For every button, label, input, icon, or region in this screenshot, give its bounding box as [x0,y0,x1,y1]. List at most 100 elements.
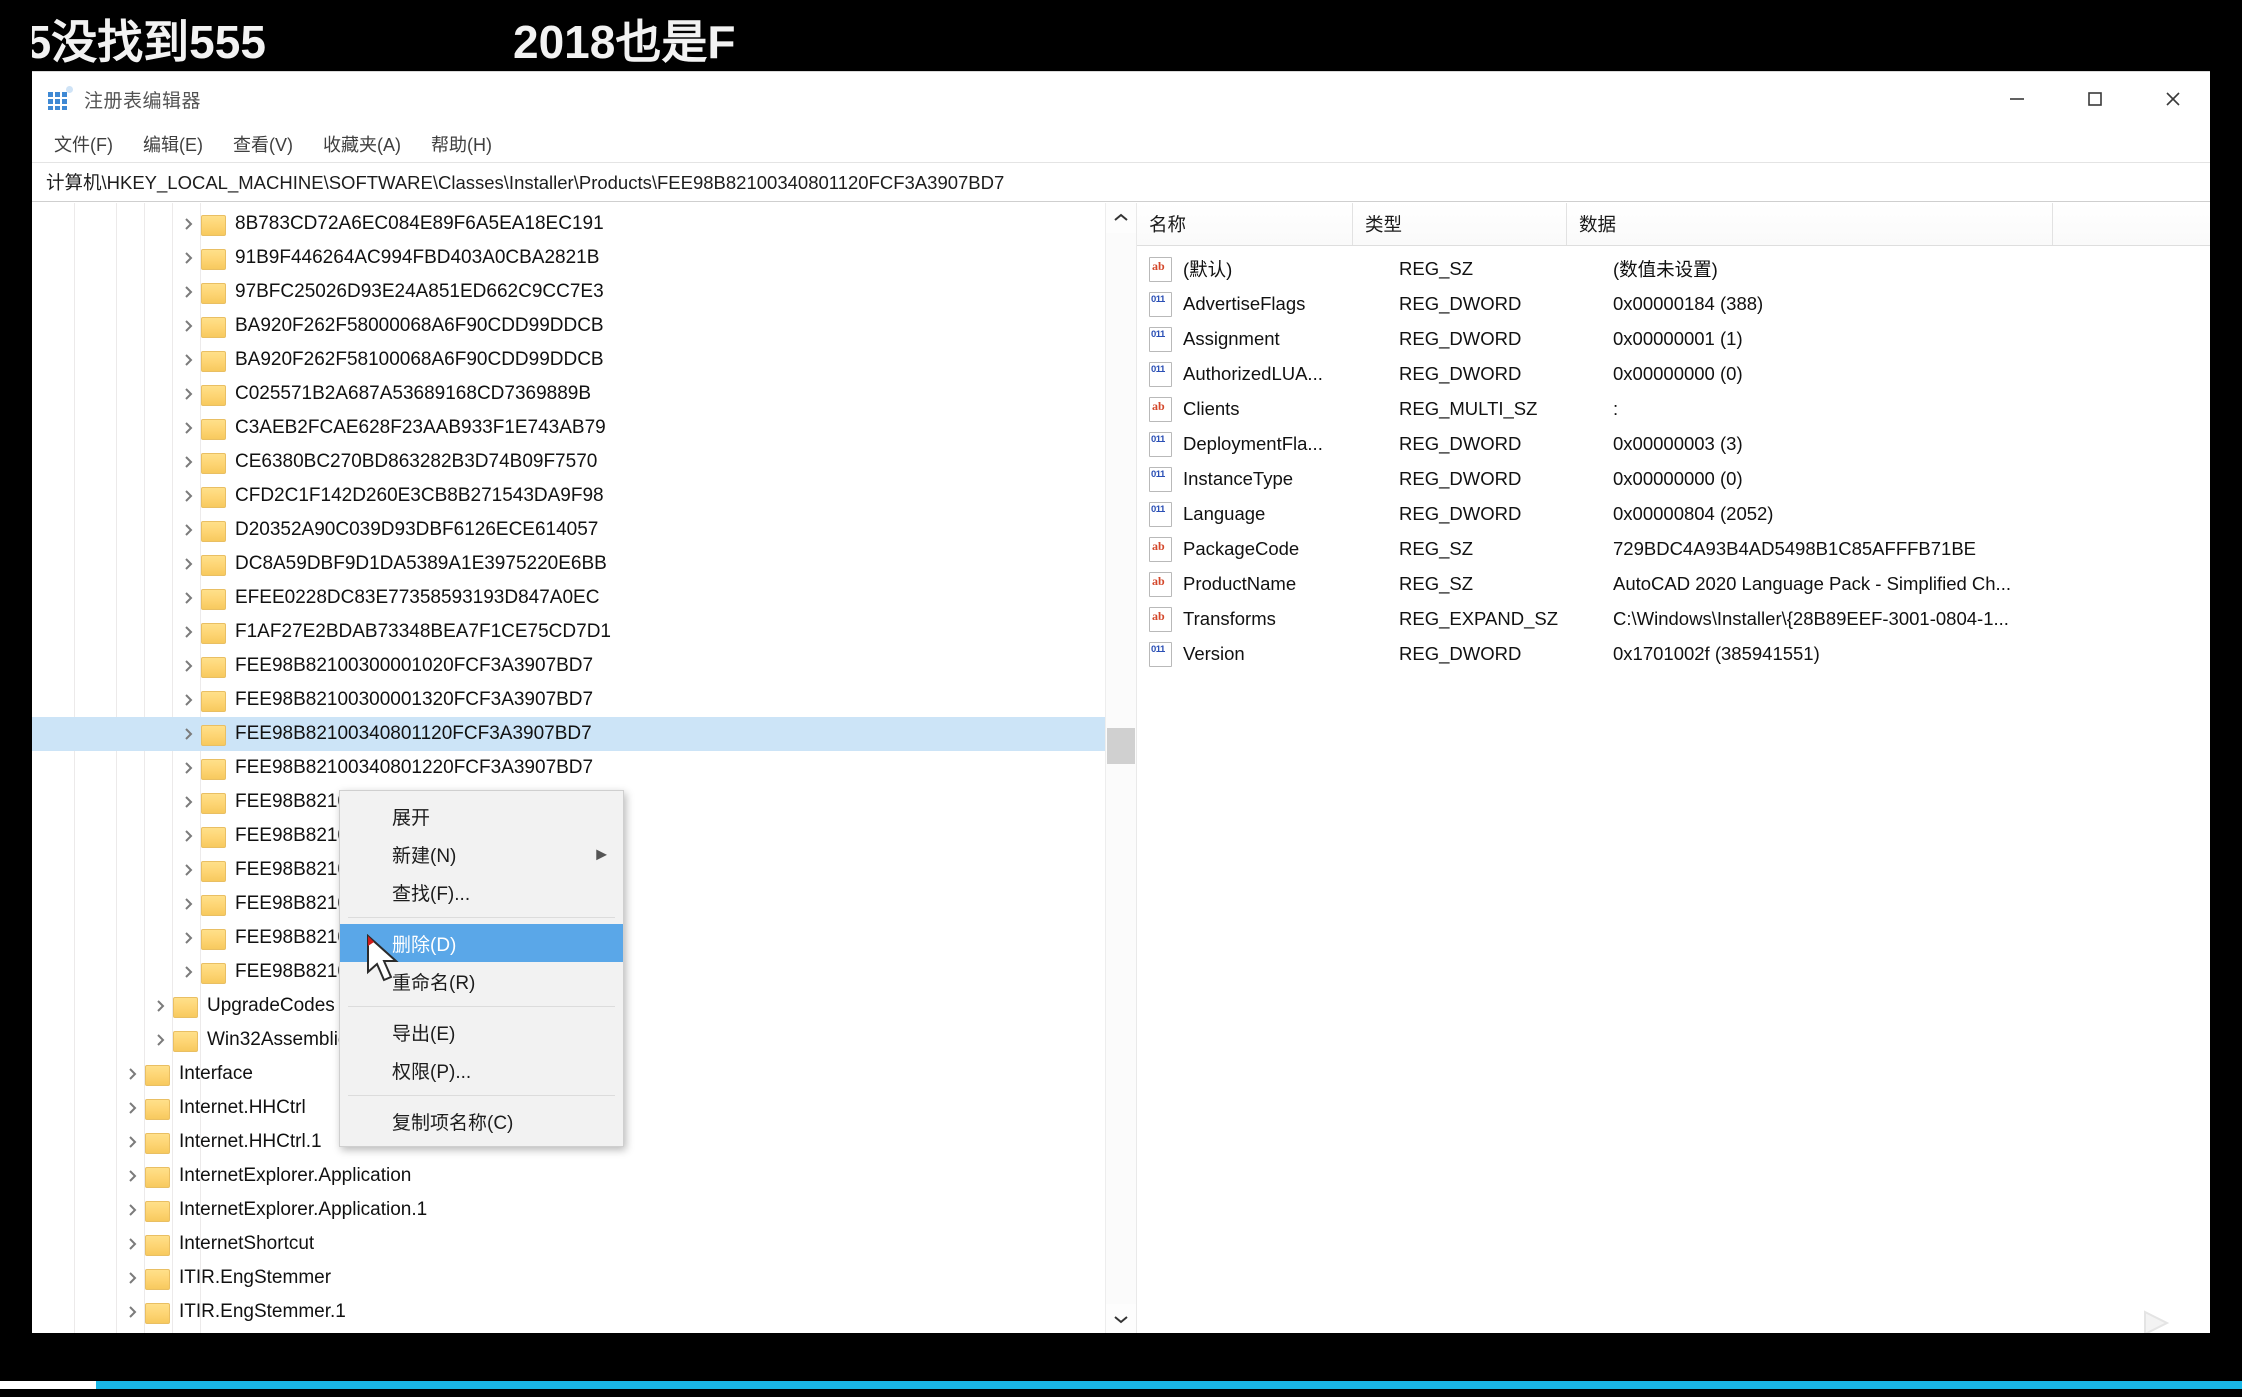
chevron-right-icon[interactable] [178,383,200,405]
chevron-right-icon[interactable] [122,1097,144,1119]
value-row[interactable]: InstanceType REG_DWORD 0x00000000 (0) [1137,461,2212,496]
tree-item[interactable]: DC8A59DBF9D1DA5389A1E3975220E6BB [32,547,1106,581]
tree-item[interactable]: 8B783CD72A6EC084E89F6A5EA18EC191 [32,207,1106,241]
video-progress-elapsed[interactable] [0,1381,96,1389]
chevron-right-icon[interactable] [178,893,200,915]
value-row[interactable]: Version REG_DWORD 0x1701002f (385941551) [1137,636,2212,671]
tree-item[interactable]: D20352A90C039D93DBF6126ECE614057 [32,513,1106,547]
tree-item[interactable]: FEE98B82100340801120FCF3A3907BD7 [32,717,1106,751]
tree-item[interactable]: F1AF27E2BDAB73348BEA7F1CE75CD7D1 [32,615,1106,649]
value-type: REG_SZ [1399,572,1474,594]
chevron-right-icon[interactable] [122,1165,144,1187]
value-row[interactable]: Transforms REG_EXPAND_SZ C:\Windows\Instal… [1137,601,2212,636]
chevron-right-icon[interactable] [178,927,200,949]
tree-item[interactable]: 91B9F446264AC994FBD403A0CBA2821B [32,241,1106,275]
chevron-right-icon[interactable] [178,723,200,745]
chevron-right-icon[interactable] [122,1267,144,1289]
value-row[interactable]: Language REG_DWORD 0x00000804 (2052) [1137,496,2212,531]
value-row[interactable]: Clients REG_MULTI_SZ: [1137,391,2212,426]
chevron-right-icon[interactable] [178,689,200,711]
tree-item-label: DC8A59DBF9D1DA5389A1E3975220E6BB [235,553,607,574]
value-row[interactable]: PackageCode REG_SZ 729BDC4A93B4AD5498B1C85… [1137,531,2212,566]
tree-item[interactable]: InternetExplorer.Application.1 [32,1193,1106,1227]
tree-item[interactable]: CFD2C1F142D260E3CB8B271543DA9F98 [32,479,1106,513]
registry-tree-pane[interactable]: 8B783CD72A6EC084E89F6A5EA18EC191 91B9F446… [32,203,1137,1334]
chevron-right-icon[interactable] [122,1301,144,1323]
value-row[interactable]: AuthorizedLUA... REG_DWORD 0x00000000 (0) [1137,356,2212,391]
ctx-export[interactable]: 导出(E) [340,1013,623,1051]
chevron-right-icon[interactable] [122,1063,144,1085]
context-menu[interactable]: 展开 新建(N) ▶ 查找(F)... 删除(D) 重命名(R) 导出(E) 权限(P)...… [339,790,624,1147]
chevron-right-icon[interactable] [122,1131,144,1153]
value-row[interactable]: DeploymentFla... REG_DWORD 0x00000003 (3) [1137,426,2212,461]
menu-favorites[interactable]: 收藏夹(A) [323,131,401,157]
tree-item[interactable]: C3AEB2FCAE628F23AAB933F1E743AB79 [32,411,1106,445]
chevron-right-icon[interactable] [122,1233,144,1255]
chevron-right-icon[interactable] [178,485,200,507]
chevron-right-icon[interactable] [122,1199,144,1221]
column-type[interactable]: 类型 [1353,203,1567,245]
chevron-right-icon[interactable] [178,791,200,813]
chevron-right-icon[interactable] [178,757,200,779]
column-name[interactable]: 名称 [1137,203,1353,245]
ctx-permissions[interactable]: 权限(P)... [340,1051,623,1089]
chevron-right-icon[interactable] [178,621,200,643]
chevron-right-icon[interactable] [150,1029,172,1051]
scroll-down-icon[interactable] [1106,1304,1136,1334]
tree-item[interactable]: ITIR.EngStemmer.1 [32,1295,1106,1329]
tree-item[interactable]: CE6380BC270BD863282B3D74B09F7570 [32,445,1106,479]
ctx-expand[interactable]: 展开 [340,797,623,835]
ctx-copy-key-name[interactable]: 复制项名称(C) [340,1102,623,1140]
chevron-right-icon[interactable] [178,655,200,677]
chevron-right-icon[interactable] [178,961,200,983]
value-row[interactable]: AdvertiseFlags REG_DWORD 0x00000184 (388) [1137,286,2212,321]
menu-view[interactable]: 查看(V) [233,131,293,157]
chevron-right-icon[interactable] [178,417,200,439]
address-bar[interactable]: 计算机\HKEY_LOCAL_MACHINE\SOFTWARE\Classes\… [32,162,2212,202]
folder-icon [200,724,226,746]
chevron-right-icon[interactable] [178,859,200,881]
tree-item[interactable]: InternetShortcut [32,1227,1106,1261]
chevron-right-icon[interactable] [150,995,172,1017]
ctx-new[interactable]: 新建(N) ▶ [340,835,623,873]
tree-item[interactable]: ITIR.EngStemmer [32,1261,1106,1295]
chevron-right-icon[interactable] [178,315,200,337]
menu-file[interactable]: 文件(F) [54,131,113,157]
tree-item[interactable]: BA920F262F58100068A6F90CDD99DDCB [32,343,1106,377]
tree-item[interactable]: 97BFC25026D93E24A851ED662C9CC7E3 [32,275,1106,309]
ctx-find[interactable]: 查找(F)... [340,873,623,911]
value-row[interactable]: (默认) REG_SZ (数值未设置) [1137,251,2212,286]
chevron-right-icon[interactable] [178,553,200,575]
tree-item[interactable]: FEE98B82100340801220FCF3A3907BD7 [32,751,1106,785]
value-row[interactable]: Assignment REG_DWORD 0x00000001 (1) [1137,321,2212,356]
tree-item[interactable]: InternetExplorer.Application [32,1159,1106,1193]
chevron-right-icon[interactable] [178,587,200,609]
column-data[interactable]: 数据 [1567,203,2053,245]
chevron-right-icon[interactable] [178,519,200,541]
tree-item[interactable]: FEE98B82100300001320FCF3A3907BD7 [32,683,1106,717]
chevron-right-icon[interactable] [178,281,200,303]
chevron-right-icon[interactable] [178,451,200,473]
tree-item[interactable]: FEE98B82100300001020FCF3A3907BD7 [32,649,1106,683]
chevron-right-icon[interactable] [178,349,200,371]
tree-item[interactable]: BA920F262F58000068A6F90CDD99DDCB [32,309,1106,343]
scrollbar-thumb[interactable] [1107,728,1135,764]
tree-vertical-scrollbar[interactable] [1105,203,1136,1334]
menu-help[interactable]: 帮助(H) [431,131,492,157]
ctx-rename[interactable]: 重命名(R) [340,962,623,1000]
chevron-right-icon[interactable] [178,213,200,235]
scroll-up-icon[interactable] [1106,203,1136,233]
minimize-icon[interactable] [1978,72,2056,126]
scrollbar-track[interactable] [1106,233,1136,1304]
close-icon[interactable] [2134,72,2212,126]
chevron-right-icon[interactable] [178,825,200,847]
maximize-icon[interactable] [2056,72,2134,126]
video-progress-bar[interactable] [96,1381,2242,1389]
ctx-delete[interactable]: 删除(D) [340,924,623,962]
tree-item[interactable]: C025571B2A687A53689168CD7369889B [32,377,1106,411]
chevron-right-icon[interactable] [178,247,200,269]
tree-item[interactable]: EFEE0228DC83E77358593193D847A0EC [32,581,1106,615]
menu-edit[interactable]: 编辑(E) [143,131,203,157]
registry-values-pane[interactable]: 名称类型数据 (默认) REG_SZ (数值未设置) AdvertiseFlags RE… [1137,203,2212,1334]
value-row[interactable]: ProductName REG_SZ AutoCAD 2020 Language P… [1137,566,2212,601]
